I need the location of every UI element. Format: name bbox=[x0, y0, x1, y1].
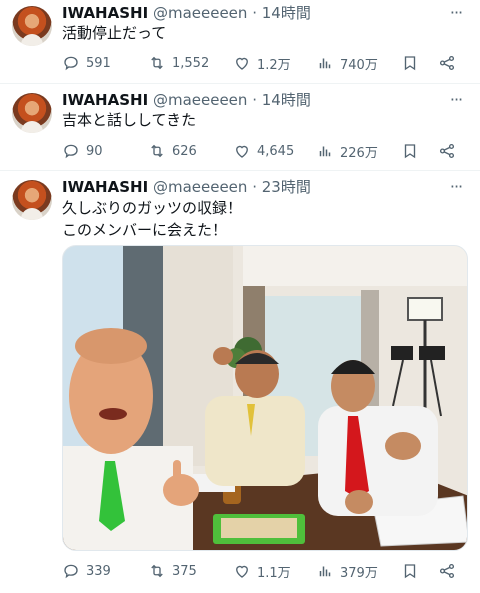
author-handle[interactable]: @maeeeeen bbox=[153, 178, 247, 196]
author-handle[interactable]: @maeeeeen bbox=[153, 4, 247, 22]
bookmark-icon bbox=[404, 56, 416, 71]
reply-count: 591 bbox=[86, 55, 111, 71]
like-button[interactable]: 1.2万 bbox=[233, 51, 291, 75]
views-button[interactable]: 379万 bbox=[316, 559, 378, 583]
action-bar: 591 1,552 1.2万 740万 bbox=[58, 51, 468, 75]
more-icon[interactable]: ··· bbox=[446, 90, 466, 110]
tweet-header: IWAHASHI @maeeeeen · 23時間 bbox=[62, 176, 440, 198]
like-count: 1.1万 bbox=[257, 565, 291, 581]
share-icon bbox=[439, 55, 455, 71]
tweet-header: IWAHASHI @maeeeeen · 14時間 bbox=[62, 2, 440, 24]
tweet-text: 久しぶりのガッツの収録！ このメンバーに会えた！ bbox=[62, 199, 243, 239]
tweet[interactable]: IWAHASHI @maeeeeen · 14時間 ··· 活動停止だって 59… bbox=[0, 0, 480, 84]
view-count: 226万 bbox=[340, 145, 378, 161]
views-button[interactable]: 226万 bbox=[316, 139, 378, 163]
tweet-header: IWAHASHI @maeeeeen · 14時間 bbox=[62, 89, 440, 111]
author-name[interactable]: IWAHASHI bbox=[62, 178, 148, 196]
views-icon bbox=[319, 146, 331, 157]
author-handle[interactable]: @maeeeeen bbox=[153, 91, 247, 109]
separator-dot: · bbox=[252, 4, 257, 22]
retweet-count: 626 bbox=[172, 143, 197, 159]
retweet-button[interactable]: 1,552 bbox=[148, 51, 209, 75]
tweet-photo[interactable] bbox=[62, 245, 468, 551]
heart-icon bbox=[236, 565, 248, 578]
share-icon bbox=[439, 563, 455, 579]
reply-button[interactable]: 591 bbox=[62, 51, 111, 75]
view-count: 379万 bbox=[340, 565, 378, 581]
share-button[interactable] bbox=[438, 559, 456, 583]
reply-count: 90 bbox=[86, 143, 103, 159]
heart-icon bbox=[236, 145, 248, 158]
like-count: 4,645 bbox=[257, 143, 295, 159]
tweet-text: 吉本と話ししてきた bbox=[62, 111, 197, 129]
photo-illustration bbox=[63, 246, 467, 550]
share-button[interactable] bbox=[438, 139, 456, 163]
retweet-count: 1,552 bbox=[172, 55, 210, 71]
action-bar: 339 375 1.1万 379万 bbox=[58, 559, 468, 583]
bookmark-icon bbox=[404, 564, 416, 579]
more-icon[interactable]: ··· bbox=[446, 3, 466, 23]
retweet-count: 375 bbox=[172, 563, 197, 579]
like-button[interactable]: 1.1万 bbox=[233, 559, 291, 583]
avatar[interactable] bbox=[12, 93, 52, 133]
share-button[interactable] bbox=[438, 51, 456, 75]
reply-icon bbox=[64, 144, 78, 159]
reply-count: 339 bbox=[86, 563, 111, 579]
retweet-icon bbox=[151, 144, 163, 158]
avatar[interactable] bbox=[12, 6, 52, 46]
separator-dot: · bbox=[252, 178, 257, 196]
avatar[interactable] bbox=[12, 180, 52, 220]
more-icon[interactable]: ··· bbox=[446, 177, 466, 197]
tweet[interactable]: IWAHASHI @maeeeeen · 14時間 ··· 吉本と話ししてきた … bbox=[0, 84, 480, 171]
reply-icon bbox=[64, 564, 78, 579]
author-name[interactable]: IWAHASHI bbox=[62, 91, 148, 109]
bookmark-button[interactable] bbox=[401, 51, 419, 75]
views-icon bbox=[319, 58, 331, 69]
share-icon bbox=[439, 143, 455, 159]
like-button[interactable]: 4,645 bbox=[233, 139, 294, 163]
timestamp[interactable]: 14時間 bbox=[262, 91, 311, 109]
timestamp[interactable]: 14時間 bbox=[262, 4, 311, 22]
bookmark-icon bbox=[404, 144, 416, 159]
bookmark-button[interactable] bbox=[401, 139, 419, 163]
like-count: 1.2万 bbox=[257, 57, 291, 73]
separator-dot: · bbox=[252, 91, 257, 109]
retweet-icon bbox=[151, 564, 163, 578]
heart-icon bbox=[236, 57, 248, 70]
tweet-text: 活動停止だって bbox=[62, 24, 167, 42]
retweet-button[interactable]: 375 bbox=[148, 559, 197, 583]
retweet-icon bbox=[151, 56, 163, 70]
views-button[interactable]: 740万 bbox=[316, 51, 378, 75]
bookmark-button[interactable] bbox=[401, 559, 419, 583]
timestamp[interactable]: 23時間 bbox=[262, 178, 311, 196]
reply-button[interactable]: 90 bbox=[62, 139, 103, 163]
views-icon bbox=[319, 566, 331, 577]
view-count: 740万 bbox=[340, 57, 378, 73]
retweet-button[interactable]: 626 bbox=[148, 139, 197, 163]
reply-icon bbox=[64, 56, 78, 71]
action-bar: 90 626 4,645 226万 bbox=[58, 139, 468, 163]
reply-button[interactable]: 339 bbox=[62, 559, 111, 583]
author-name[interactable]: IWAHASHI bbox=[62, 4, 148, 22]
